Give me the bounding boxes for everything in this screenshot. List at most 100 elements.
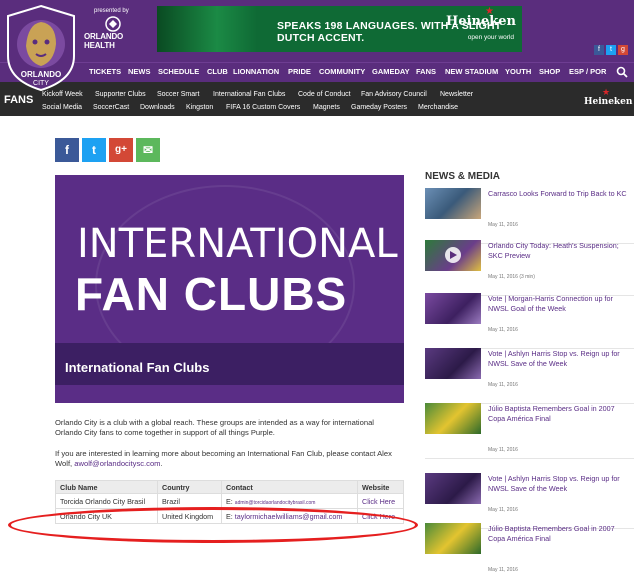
nav-youth[interactable]: YOUTH [505,67,531,76]
facebook-icon[interactable]: f [594,45,604,55]
news-headline[interactable]: Júlio Baptista Remembers Goal in 2007 Co… [488,524,628,544]
website-link[interactable]: Click Here [357,493,404,509]
contact-paragraph: If you are interested in learning more a… [55,449,400,469]
nav-community[interactable]: COMMUNITY [319,67,365,76]
header-social-links: ftg [592,38,628,56]
subnav-supporter-clubs[interactable]: Supporter Clubs [95,91,146,98]
presenting-sponsor[interactable]: presented by ORLANDO HEALTH [80,6,150,56]
hero-title-line2: FAN CLUBS [75,268,348,320]
subnav-soccer-smart[interactable]: Soccer Smart [157,91,199,98]
news-date: May 11, 2016 [488,327,518,333]
nav-fans[interactable]: FANS [416,67,436,76]
nav-shop[interactable]: SHOP [539,67,560,76]
contact-email-link[interactable]: awolf@orlandocitysc.com [74,459,160,468]
svg-text:ORLANDO: ORLANDO [21,70,61,79]
google-plus-share-button[interactable]: g+ [109,138,133,162]
subnav-merchandise[interactable]: Merchandise [418,104,458,111]
nav-lionnation[interactable]: LIONNATION [233,67,279,76]
nav-schedule[interactable]: SCHEDULE [158,67,199,76]
nav-gameday[interactable]: GAMEDAY [372,67,410,76]
news-thumbnail[interactable] [425,188,481,219]
news-item[interactable]: Júlio Baptista Remembers Goal in 2007 Co… [425,523,634,579]
news-date: May 11, 2016 [488,222,518,228]
ad-sub: open your world [467,34,514,41]
column-header-club-name: Club Name [55,480,158,494]
highlight-annotation-ellipse [8,507,418,543]
news-thumbnail[interactable] [425,403,481,434]
column-header-country: Country [157,480,222,494]
news-date: May 11, 2016 [488,567,518,573]
search-icon[interactable] [616,66,628,78]
hero-caption: International Fan Clubs [65,360,210,375]
news-date: May 11, 2016 [488,447,518,453]
nav-new-stadium[interactable]: NEW STADIUM [445,67,498,76]
subnav-gameday-posters[interactable]: Gameday Posters [351,104,407,111]
main-navigation: TICKETS NEWS SCHEDULE CLUB LIONNATION PR… [0,62,634,82]
site-header: presented by ORLANDO HEALTH SPEAKS 198 L… [0,0,634,62]
subnav-magnets[interactable]: Magnets [313,104,340,111]
twitter-icon[interactable]: t [606,45,616,55]
news-headline[interactable]: Vote | Morgan-Harris Connection up for N… [488,294,628,314]
news-item[interactable]: Júlio Baptista Remembers Goal in 2007 Co… [425,403,634,459]
sponsor-name: ORLANDO HEALTH [84,32,124,50]
fans-section-label: FANS [4,94,34,106]
subnav-newsletter[interactable]: Newsletter [440,91,473,98]
news-headline[interactable]: Vote | Ashlyn Harris Stop vs. Reign up f… [488,474,628,494]
subnav-fan-advisory-council[interactable]: Fan Advisory Council [361,91,427,98]
contact-suffix: . [160,459,163,468]
google-plus-icon[interactable]: g [618,45,628,55]
play-icon [445,247,461,263]
news-headline[interactable]: Júlio Baptista Remembers Goal in 2007 Co… [488,404,628,424]
twitter-share-button[interactable]: t [82,138,106,162]
news-thumbnail[interactable] [425,240,481,271]
news-date: May 11, 2016 [488,382,518,388]
nav-language[interactable]: ESP / POR [569,67,606,76]
news-headline[interactable]: Orlando City Today: Heath's Suspension; … [488,241,628,261]
news-item[interactable]: Vote | Ashlyn Harris Stop vs. Reign up f… [425,473,634,529]
fans-sponsor-name: Heineken [584,97,633,107]
news-item[interactable]: Vote | Ashlyn Harris Stop vs. Reign up f… [425,348,634,404]
heineken-star-icon: ★ [601,87,611,97]
email-share-button[interactable]: ✉ [136,138,160,162]
heineken-banner-ad[interactable]: SPEAKS 198 LANGUAGES. WITH A SLIGHT DUTC… [157,6,522,52]
ad-bottles-image [157,6,257,52]
svg-text:CITY: CITY [33,80,49,87]
column-header-website: Website [357,480,404,494]
subnav-code-of-conduct[interactable]: Code of Conduct [298,91,351,98]
subnav-soccercast[interactable]: SoccerCast [93,104,129,111]
contact-email-link[interactable]: admin@torcidaorlandocitybrasil.com [235,500,316,506]
hero-banner: INTERNATIONAL FAN CLUBS International Fa… [55,175,404,403]
subnav-fifa-custom-covers[interactable]: FIFA 16 Custom Covers [226,104,300,111]
presented-by-label: presented by [94,8,129,14]
news-item[interactable]: Orlando City Today: Heath's Suspension; … [425,240,634,296]
news-thumbnail[interactable] [425,473,481,504]
news-thumbnail[interactable] [425,523,481,554]
facebook-share-button[interactable]: f [55,138,79,162]
news-item[interactable]: Carrasco Looks Forward to Trip Back to K… [425,188,634,244]
nav-tickets[interactable]: TICKETS [89,67,121,76]
fans-subnav: FANS Kickoff Week Supporter Clubs Soccer… [0,82,634,116]
subnav-kickoff-week[interactable]: Kickoff Week [42,91,83,98]
ad-brand: Heineken [446,14,516,29]
news-thumbnail[interactable] [425,348,481,379]
subnav-kingston[interactable]: Kingston [186,104,213,111]
contact-prefix: E: [226,496,235,506]
club-name-cell: Torcida Orlando City Brasil [55,493,158,509]
nav-club[interactable]: CLUB [207,67,228,76]
orlando-health-logo-icon [105,16,121,32]
table-header-row: Club Name Country Contact Website [55,480,404,494]
orlando-city-logo[interactable]: ORLANDO CITY [4,4,78,92]
fans-sponsor-logo[interactable]: ★ Heineken [584,87,633,112]
hero-title-line1: INTERNATIONAL [77,221,398,267]
subnav-social-media[interactable]: Social Media [42,104,82,111]
intro-paragraph: Orlando City is a club with a global rea… [55,418,374,437]
subnav-downloads[interactable]: Downloads [140,104,175,111]
news-item[interactable]: Vote | Morgan-Harris Connection up for N… [425,293,634,349]
subnav-international-fan-clubs[interactable]: International Fan Clubs [213,91,285,98]
news-headline[interactable]: Vote | Ashlyn Harris Stop vs. Reign up f… [488,349,628,369]
nav-pride[interactable]: PRIDE [288,67,311,76]
nav-news[interactable]: NEWS [128,67,151,76]
news-headline[interactable]: Carrasco Looks Forward to Trip Back to K… [488,189,628,199]
column-header-contact: Contact [221,480,358,494]
news-thumbnail[interactable] [425,293,481,324]
